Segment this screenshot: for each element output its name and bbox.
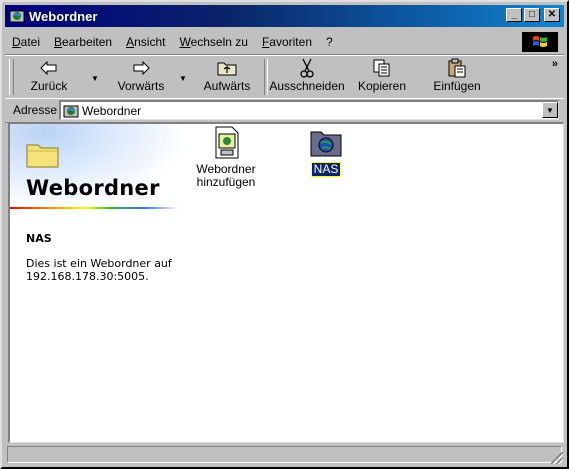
window-title: Webordner — [29, 8, 98, 24]
copy-label: Kopieren — [357, 79, 407, 93]
scissors-icon — [300, 58, 314, 78]
cut-label: Ausschneiden — [269, 79, 345, 93]
menu-bar: Datei Bearbeiten Ansicht Wechseln zu Fav… — [5, 30, 564, 55]
nas-item[interactable]: NAS — [286, 126, 366, 177]
minimize-button[interactable]: _ — [506, 8, 522, 22]
windows-flag-icon — [533, 36, 547, 47]
forward-label: Vorwärts — [117, 79, 165, 93]
close-icon: ✕ — [547, 9, 557, 20]
webview-divider — [10, 207, 178, 209]
back-label: Zurück — [30, 79, 68, 93]
menu-bearbeiten[interactable]: Bearbeiten — [47, 35, 119, 49]
toolbar-more-icon[interactable]: » — [552, 58, 558, 70]
address-label: Adresse — [13, 103, 58, 117]
standard-toolbar: Zurück ▼ Vorwärts ▼ Aufwärts Ausschneide… — [5, 55, 564, 99]
toolbar-grip[interactable] — [9, 59, 14, 95]
menu-favoriten[interactable]: Favoriten — [255, 35, 319, 49]
folder-view[interactable]: Webordner NAS Dies ist ein Webordner auf… — [8, 122, 564, 443]
menu-datei[interactable]: Datei — [5, 35, 47, 49]
maximize-button[interactable]: □ — [524, 8, 540, 22]
network-folder-icon — [310, 131, 342, 157]
cut-button[interactable]: Ausschneiden — [269, 58, 345, 96]
forward-dropdown-icon[interactable]: ▼ — [179, 74, 187, 83]
status-panel — [7, 446, 562, 463]
menu-wechseln-zu[interactable]: Wechseln zu — [172, 35, 254, 49]
paste-icon — [448, 58, 466, 78]
address-bar: Adresse Webordner ▼ — [5, 98, 564, 123]
status-bar — [5, 445, 564, 465]
back-button[interactable]: Zurück — [27, 58, 71, 96]
folder-up-icon — [217, 62, 237, 76]
paste-label: Einfügen — [433, 79, 481, 93]
webfolder-icon — [9, 10, 25, 23]
webview-panel: Webordner NAS Dies ist ein Webordner auf… — [10, 124, 180, 442]
close-button[interactable]: ✕ — [544, 8, 560, 22]
windows-logo — [522, 32, 558, 52]
toolbar-separator — [264, 59, 268, 95]
up-button[interactable]: Aufwärts — [201, 58, 253, 96]
selected-item-description: Dies ist ein Webordner auf 192.168.178.3… — [26, 257, 172, 283]
webview-title: Webordner — [26, 176, 160, 200]
copy-button[interactable]: Kopieren — [355, 58, 409, 96]
address-value: Webordner — [82, 103, 142, 118]
back-arrow-icon — [40, 61, 57, 75]
folder-icon — [26, 144, 59, 168]
copy-icon — [373, 59, 390, 77]
menu-help[interactable]: ? — [319, 35, 340, 49]
selected-item-name: NAS — [26, 232, 52, 245]
webfolder-icon — [63, 105, 79, 117]
title-bar[interactable]: Webordner _ □ ✕ — [5, 5, 564, 27]
item-label: Webordner hinzufügen — [196, 162, 256, 189]
add-webfolder-item[interactable]: Webordner hinzufügen — [186, 126, 266, 189]
forward-button[interactable]: Vorwärts — [113, 58, 169, 96]
address-input[interactable]: Webordner ▼ — [59, 100, 559, 120]
up-label: Aufwärts — [203, 79, 251, 93]
chevron-down-icon: ▼ — [546, 105, 554, 115]
address-dropdown-button[interactable]: ▼ — [542, 102, 558, 118]
resize-grip-icon[interactable] — [551, 452, 563, 464]
menu-ansicht[interactable]: Ansicht — [119, 35, 172, 49]
back-dropdown-icon[interactable]: ▼ — [91, 74, 99, 83]
minimize-icon: _ — [511, 9, 517, 20]
maximize-icon: □ — [528, 9, 536, 20]
item-label: NAS — [310, 162, 342, 177]
explorer-window: Webordner _ □ ✕ Datei Bearbeiten Ansicht… — [0, 0, 569, 469]
forward-arrow-icon — [133, 61, 150, 75]
paste-button[interactable]: Einfügen — [431, 58, 483, 96]
add-webfolder-icon — [215, 126, 239, 159]
